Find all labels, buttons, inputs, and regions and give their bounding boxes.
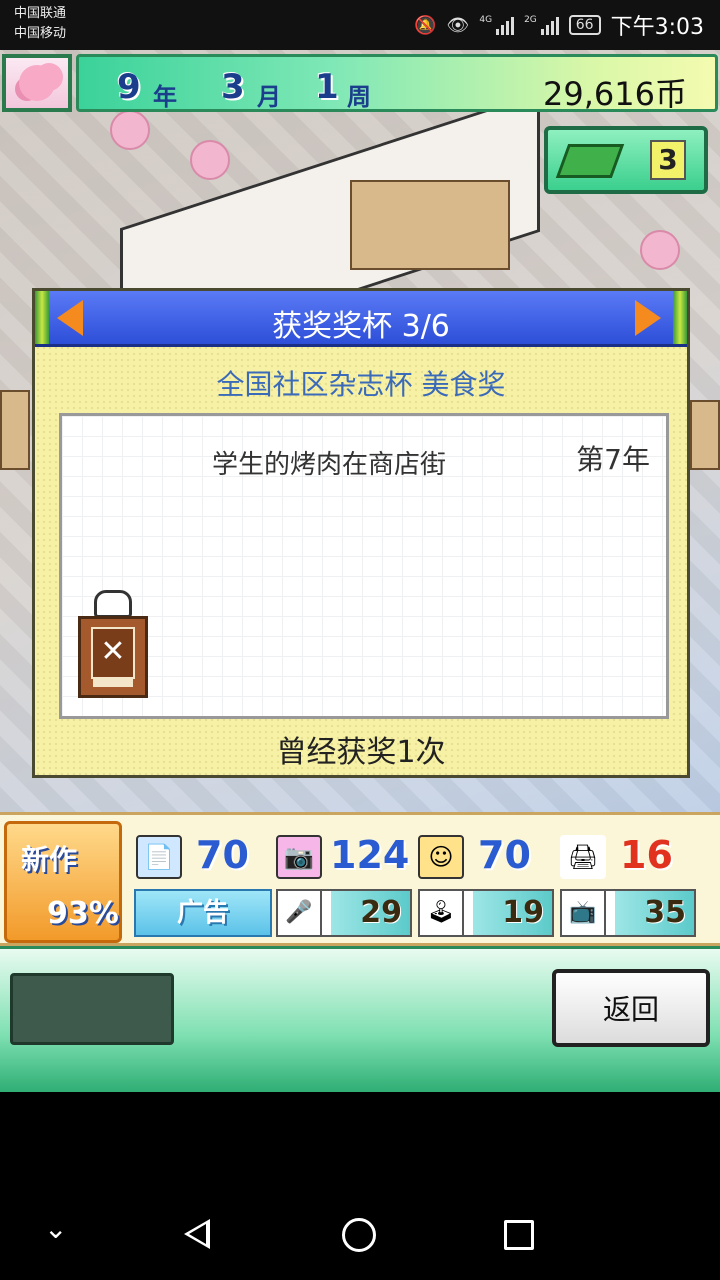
hide-nav-button[interactable]: ⌄	[44, 1212, 67, 1245]
nav-recent-button[interactable]	[504, 1220, 534, 1250]
dialog-title: 获奖奖杯 3/6	[272, 309, 450, 344]
arcade-icon: 🕹	[420, 891, 464, 935]
mute-icon: 🔕	[414, 14, 437, 36]
work-title: 学生的烤肉在商店街	[212, 450, 447, 480]
stat-value: 124	[330, 833, 410, 877]
eye-icon: 👁	[446, 14, 470, 36]
stat-value: 70	[196, 833, 249, 877]
tv-icon: 📺	[562, 891, 606, 935]
award-card: 学生的烤肉在商店街 第7年 ✕	[59, 413, 669, 719]
plaque: ✕	[78, 616, 148, 698]
photo-icon: 📷	[276, 835, 322, 879]
right-arrow-icon	[635, 300, 661, 336]
week-number: 1	[315, 67, 339, 107]
shelf	[350, 180, 510, 270]
carrier-1: 中国联通	[14, 6, 67, 21]
ink-icon: 🖨	[560, 835, 606, 879]
stat-value: 16	[620, 833, 673, 877]
ad-button[interactable]: 广告	[134, 889, 272, 937]
nav-home-button[interactable]	[342, 1218, 376, 1252]
system-nav-bar: ⌄	[0, 1092, 720, 1280]
clock: 下午3:03	[610, 15, 704, 40]
stat-ink: 🖨 16	[560, 833, 710, 881]
book-icon	[555, 144, 625, 178]
award-year: 第7年	[576, 443, 650, 476]
signal-icon-2: 2G	[524, 15, 559, 35]
status-bar: 中国联通 中国移动 🔕 👁 4G 2G 66 下午3:03	[0, 0, 720, 50]
article-icon: 📄	[136, 835, 182, 879]
carrier-info: 中国联通 中国移动	[14, 4, 66, 44]
media-value: 35	[644, 895, 686, 930]
shelf	[690, 400, 720, 470]
stat-photo: 📷 124	[276, 833, 410, 881]
tree-icon	[110, 110, 150, 150]
status-icons: 🔕 👁 4G 2G 66 下午3:03	[414, 10, 704, 41]
award-dialog: 获奖奖杯 3/6 全国社区杂志杯 美食奖 学生的烤肉在商店街 第7年 ✕ 曾经获…	[32, 288, 690, 778]
stats-panel: 新作 93% 📄 70 📷 124 ☺ 70 🖨 16 广告 🎤 29 🕹 19	[0, 812, 720, 946]
new-work-badge[interactable]: 新作 93%	[4, 821, 122, 943]
smile-icon: ☺	[418, 835, 464, 879]
stat-article: 📄 70	[136, 833, 266, 881]
bottom-menu: 返回	[0, 946, 720, 1092]
month-number: 3	[221, 67, 245, 107]
next-arrow-button[interactable]	[635, 299, 665, 337]
new-percent: 93%	[47, 896, 119, 931]
stat-value: 70	[478, 833, 531, 877]
tree-icon	[190, 140, 230, 180]
money-display: 29,616币	[543, 75, 687, 113]
signal-icon-1: 4G	[479, 15, 515, 35]
award-name: 全国社区杂志杯 美食奖	[216, 368, 506, 401]
media-slot-3[interactable]: 📺 35	[560, 889, 696, 937]
chevron-down-icon: ⌄	[44, 1213, 68, 1244]
trophy-icon: ✕	[78, 590, 150, 698]
media-value: 29	[360, 895, 402, 930]
back-triangle-icon	[184, 1219, 210, 1249]
book-count: 3	[650, 140, 686, 180]
microphone-icon: 🎤	[278, 891, 322, 935]
utensils-icon: ✕	[91, 627, 135, 679]
media-value: 19	[502, 895, 544, 930]
tree-icon	[640, 230, 680, 270]
shelf	[0, 390, 30, 470]
back-button[interactable]: 返回	[552, 969, 710, 1047]
media-slot-1[interactable]: 🎤 29	[276, 889, 412, 937]
date-bar: 9 年 3 月 1 周 29,616币	[76, 54, 718, 113]
carrier-2: 中国移动	[14, 26, 67, 41]
media-slot-2[interactable]: 🕹 19	[418, 889, 554, 937]
dialog-header: 获奖奖杯 3/6	[35, 291, 687, 347]
year-unit: 年	[153, 83, 177, 111]
book-button[interactable]: 3	[544, 126, 708, 194]
nav-back-button[interactable]	[184, 1218, 216, 1250]
chef-hat	[94, 590, 132, 618]
top-bar: 9 年 3 月 1 周 29,616币	[0, 52, 720, 114]
empty-slot	[10, 973, 174, 1045]
stat-popularity: ☺ 70	[418, 833, 548, 881]
screen: 中国联通 中国移动 🔕 👁 4G 2G 66 下午3:03 9 年 3 月 1 …	[0, 0, 720, 1280]
month-unit: 月	[257, 83, 281, 111]
new-label: 新作	[21, 843, 78, 876]
battery-icon: 66	[568, 15, 601, 35]
season-icon	[2, 54, 72, 112]
week-unit: 周	[347, 83, 371, 111]
year-number: 9	[117, 67, 141, 107]
won-times: 曾经获奖1次	[276, 735, 446, 770]
